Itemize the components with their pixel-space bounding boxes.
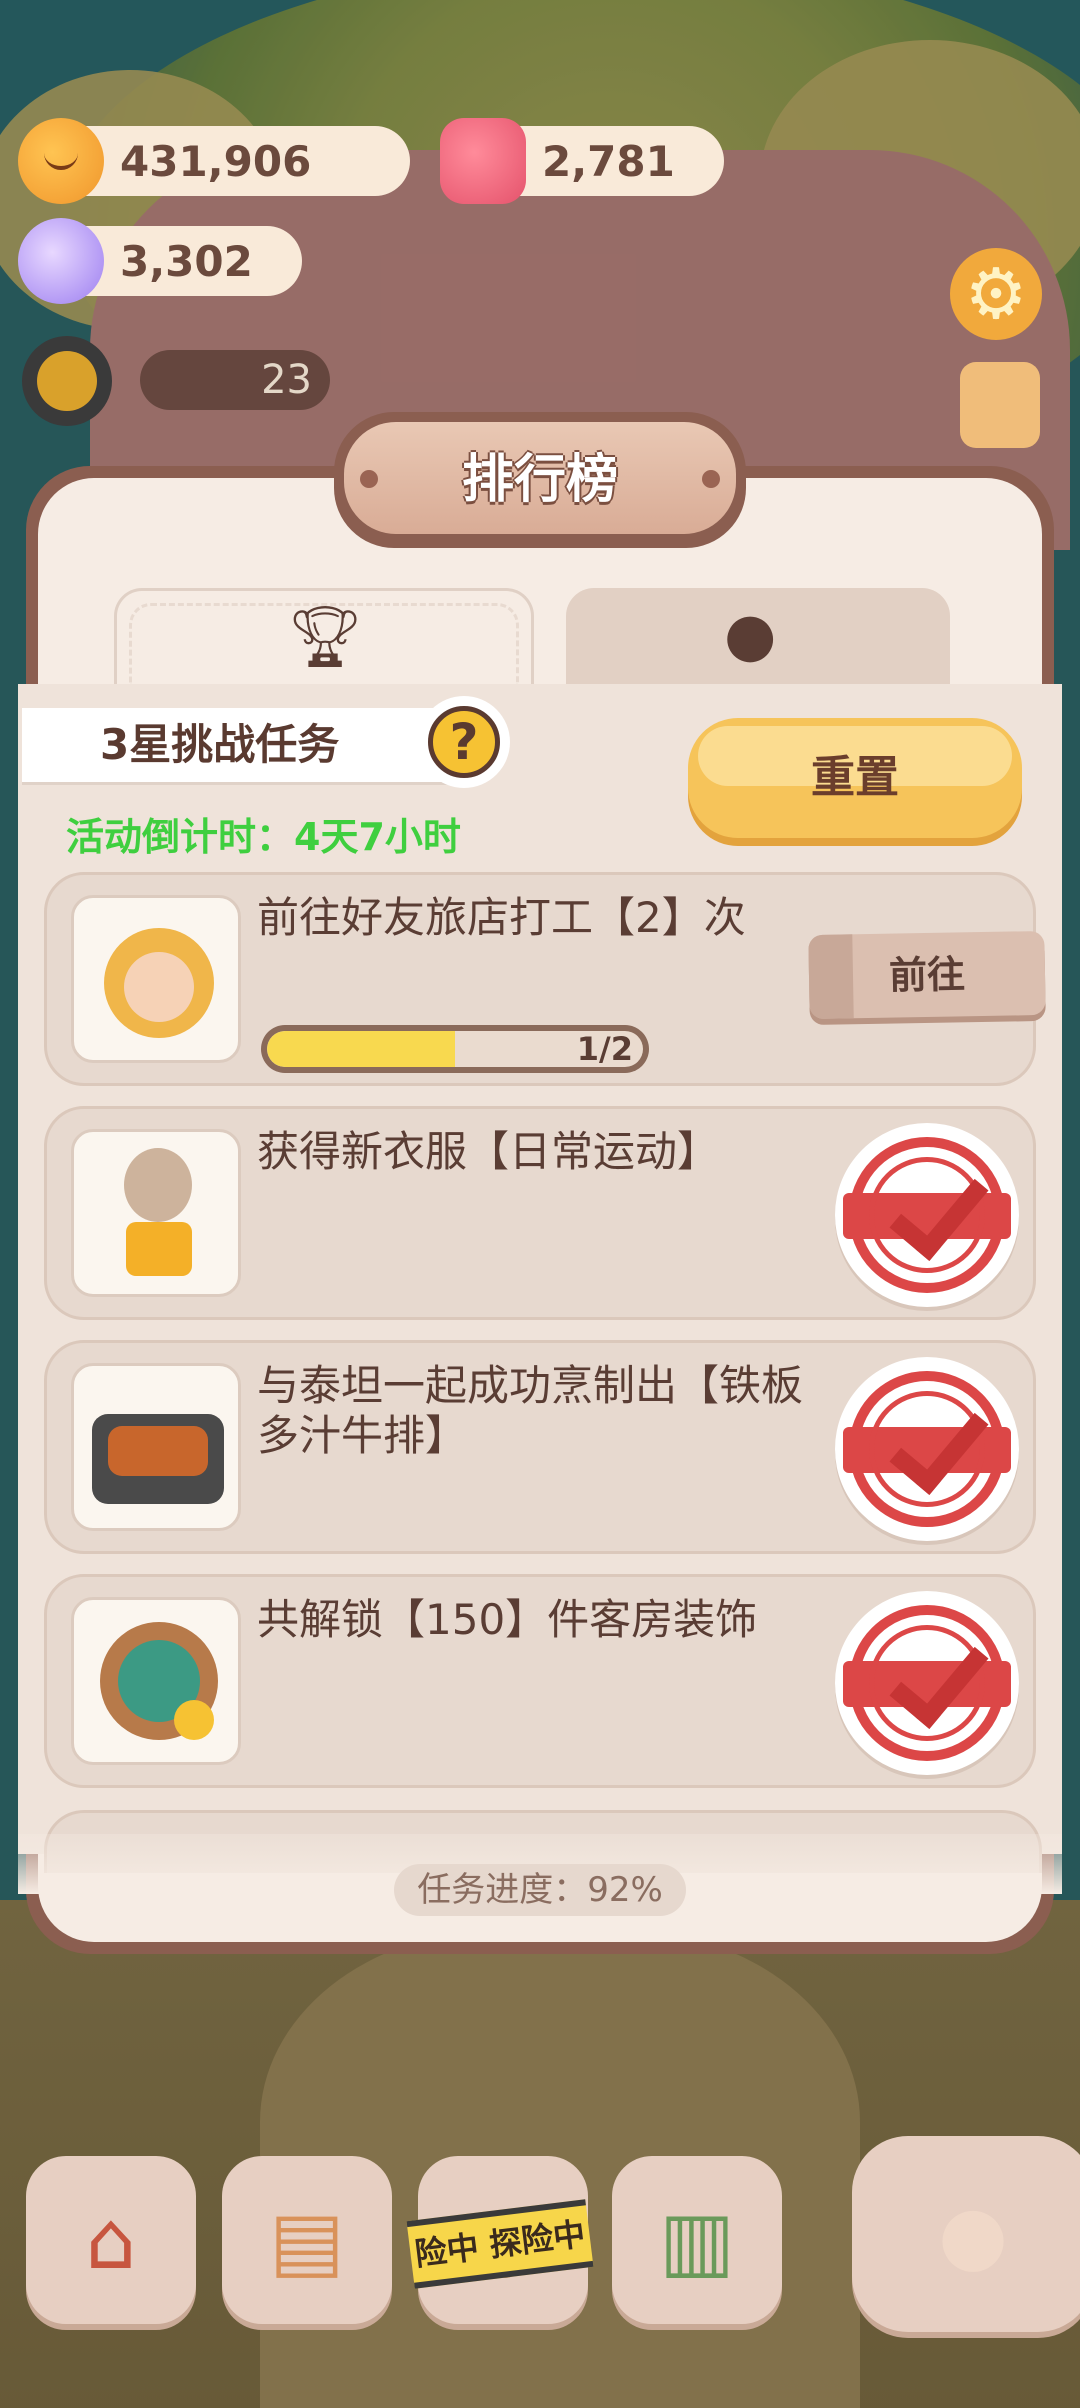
- task-card: 前往好友旅店打工【2】次 1/2 前往: [44, 872, 1046, 1086]
- candle-icon: [440, 118, 526, 204]
- task-progress-bar: 1/2: [261, 1025, 649, 1073]
- sun-badge[interactable]: [22, 336, 112, 426]
- task-title: 与泰坦一起成功烹制出【铁板多汁牛排】: [257, 1361, 804, 1460]
- level-badge: 23: [140, 350, 330, 410]
- challenge-label-text: 3星挑战任务: [100, 720, 340, 769]
- character-icon: ●: [938, 2187, 1008, 2281]
- reset-button-label: 重置: [811, 752, 899, 803]
- shop-stall-icon: ▥: [659, 2193, 735, 2287]
- task-card: 获得新衣服【日常运动】: [44, 1106, 1036, 1320]
- tab-trophy[interactable]: 🏆︎: [114, 588, 534, 687]
- nav-home-button[interactable]: ⌂: [26, 2156, 196, 2324]
- tab-cookie[interactable]: ●: [566, 588, 950, 684]
- mushroom-house-icon: ⌂: [85, 2193, 137, 2287]
- nav-shop-button[interactable]: ▥: [612, 2156, 782, 2324]
- reset-button[interactable]: 重置: [688, 718, 1022, 838]
- go-button[interactable]: 前往: [808, 930, 1046, 1020]
- notebook-icon: ▤: [269, 2193, 345, 2287]
- outfit-icon: [71, 1129, 241, 1297]
- completed-stamp-icon: [835, 1591, 1019, 1775]
- task-card: 与泰坦一起成功烹制出【铁板多汁牛排】: [44, 1340, 1036, 1554]
- completed-stamp-icon: [835, 1357, 1019, 1541]
- task-title: 获得新衣服【日常运动】: [257, 1127, 720, 1176]
- candle-amount: 2,781: [542, 136, 675, 186]
- gem-currency[interactable]: 3,302: [18, 218, 302, 304]
- cookie-icon: ●: [724, 600, 777, 670]
- task-card: 共解锁【150】件客房装饰: [44, 1574, 1036, 1788]
- event-countdown: 活动倒计时：4天7小时: [66, 815, 461, 859]
- title-plaque: 排行榜: [334, 412, 746, 548]
- cookie-currency[interactable]: 431,906: [18, 118, 410, 204]
- candle-currency[interactable]: 2,781: [440, 118, 724, 204]
- cookie-icon: [18, 118, 104, 204]
- question-icon: ?: [428, 706, 500, 778]
- gem-icon: [18, 218, 104, 304]
- gem-amount: 3,302: [120, 236, 253, 286]
- page-title: 排行榜: [461, 450, 618, 510]
- trophy-icon: 🏆︎: [287, 602, 364, 672]
- worker-character-icon: [71, 895, 241, 1063]
- task-progress-fill: [267, 1031, 455, 1067]
- task-title: 共解锁【150】件客房装饰: [257, 1595, 758, 1644]
- event-badge-icon[interactable]: [960, 362, 1040, 448]
- help-button[interactable]: ?: [418, 696, 510, 788]
- nav-character-button[interactable]: ●: [852, 2136, 1080, 2332]
- gear-icon[interactable]: ⚙: [950, 248, 1042, 340]
- cookie-amount: 431,906: [120, 136, 312, 186]
- nav-diary-button[interactable]: ▤: [222, 2156, 392, 2324]
- go-button-label: 前往: [888, 952, 966, 998]
- completed-stamp-icon: [835, 1123, 1019, 1307]
- task-title: 前往好友旅店打工【2】次: [257, 893, 746, 942]
- room-decor-icon: [71, 1597, 241, 1765]
- task-progress-summary: 任务进度：92%: [394, 1864, 686, 1916]
- task-progress-text: 1/2: [576, 1030, 633, 1068]
- steak-dish-icon: [71, 1363, 241, 1531]
